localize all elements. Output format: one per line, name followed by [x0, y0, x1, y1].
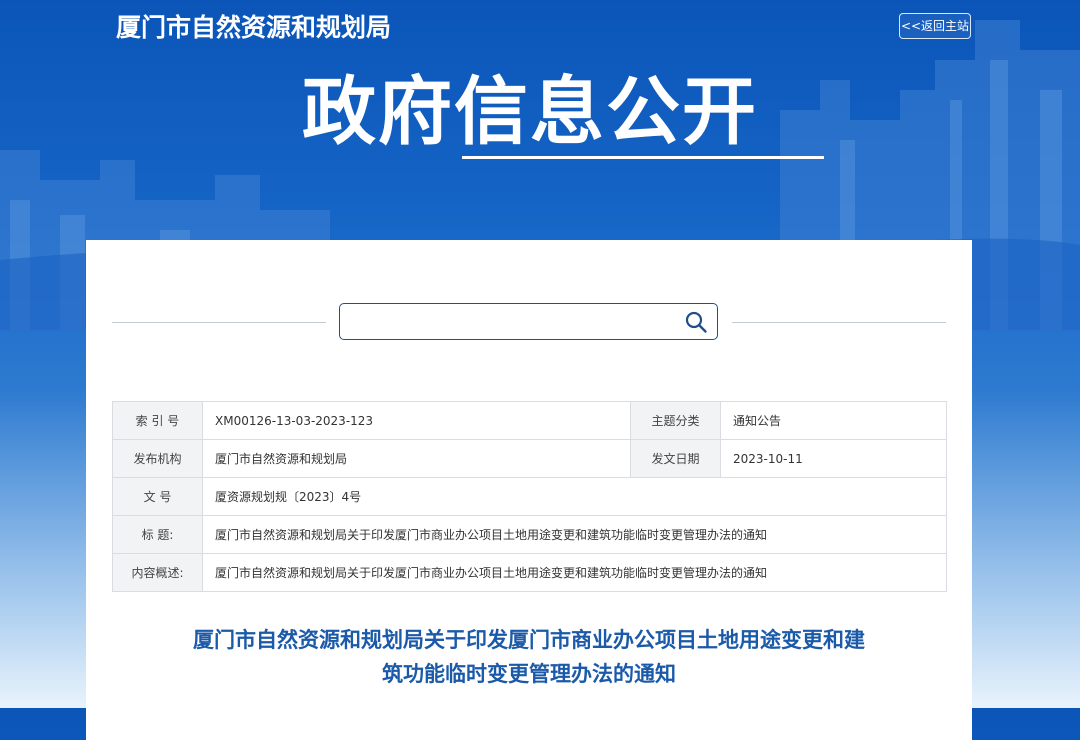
table-row: 索 引 号 XM00126-13-03-2023-123 主题分类 通知公告	[112, 401, 947, 440]
table-row: 标 题: 厦门市自然资源和规划局关于印发厦门市商业办公项目土地用途变更和建筑功能…	[112, 515, 947, 554]
date-label: 发文日期	[630, 439, 721, 478]
topic-label: 主题分类	[630, 401, 721, 440]
doc-no-label: 文 号	[112, 477, 203, 516]
publisher-label: 发布机构	[112, 439, 203, 478]
index-no-value: XM00126-13-03-2023-123	[202, 401, 631, 440]
hero-title: 政府信息公开	[302, 69, 758, 155]
table-row: 发布机构 厦门市自然资源和规划局 发文日期 2023-10-11	[112, 439, 947, 478]
document-title-line-2: 筑功能临时变更管理办法的通知	[382, 662, 676, 686]
search-divider-left	[112, 322, 326, 323]
document-title: 厦门市自然资源和规划局关于印发厦门市商业办公项目土地用途变更和建 筑功能临时变更…	[86, 623, 972, 691]
doc-no-value: 厦资源规划规〔2023〕4号	[202, 477, 947, 516]
document-title-line-1: 厦门市自然资源和规划局关于印发厦门市商业办公项目土地用途变更和建	[193, 628, 865, 652]
document-info-table: 索 引 号 XM00126-13-03-2023-123 主题分类 通知公告 发…	[112, 401, 947, 592]
index-no-label: 索 引 号	[112, 401, 203, 440]
table-row: 内容概述: 厦门市自然资源和规划局关于印发厦门市商业办公项目土地用途变更和建筑功…	[112, 553, 947, 592]
title-label: 标 题:	[112, 515, 203, 554]
search-box	[339, 303, 718, 340]
publisher-value: 厦门市自然资源和规划局	[202, 439, 631, 478]
date-value: 2023-10-11	[720, 439, 947, 478]
summary-value: 厦门市自然资源和规划局关于印发厦门市商业办公项目土地用途变更和建筑功能临时变更管…	[202, 553, 947, 592]
summary-label: 内容概述:	[112, 553, 203, 592]
table-row: 文 号 厦资源规划规〔2023〕4号	[112, 477, 947, 516]
search-icon[interactable]	[684, 310, 708, 334]
search-divider-right	[732, 322, 946, 323]
hero-title-underline	[462, 156, 824, 159]
back-to-main-site-link[interactable]: <<返回主站	[899, 13, 971, 39]
topic-value: 通知公告	[720, 401, 947, 440]
title-value: 厦门市自然资源和规划局关于印发厦门市商业办公项目土地用途变更和建筑功能临时变更管…	[202, 515, 947, 554]
content-card: 索 引 号 XM00126-13-03-2023-123 主题分类 通知公告 发…	[86, 240, 972, 740]
search-input[interactable]	[348, 308, 672, 337]
site-title: 厦门市自然资源和规划局	[116, 13, 392, 42]
